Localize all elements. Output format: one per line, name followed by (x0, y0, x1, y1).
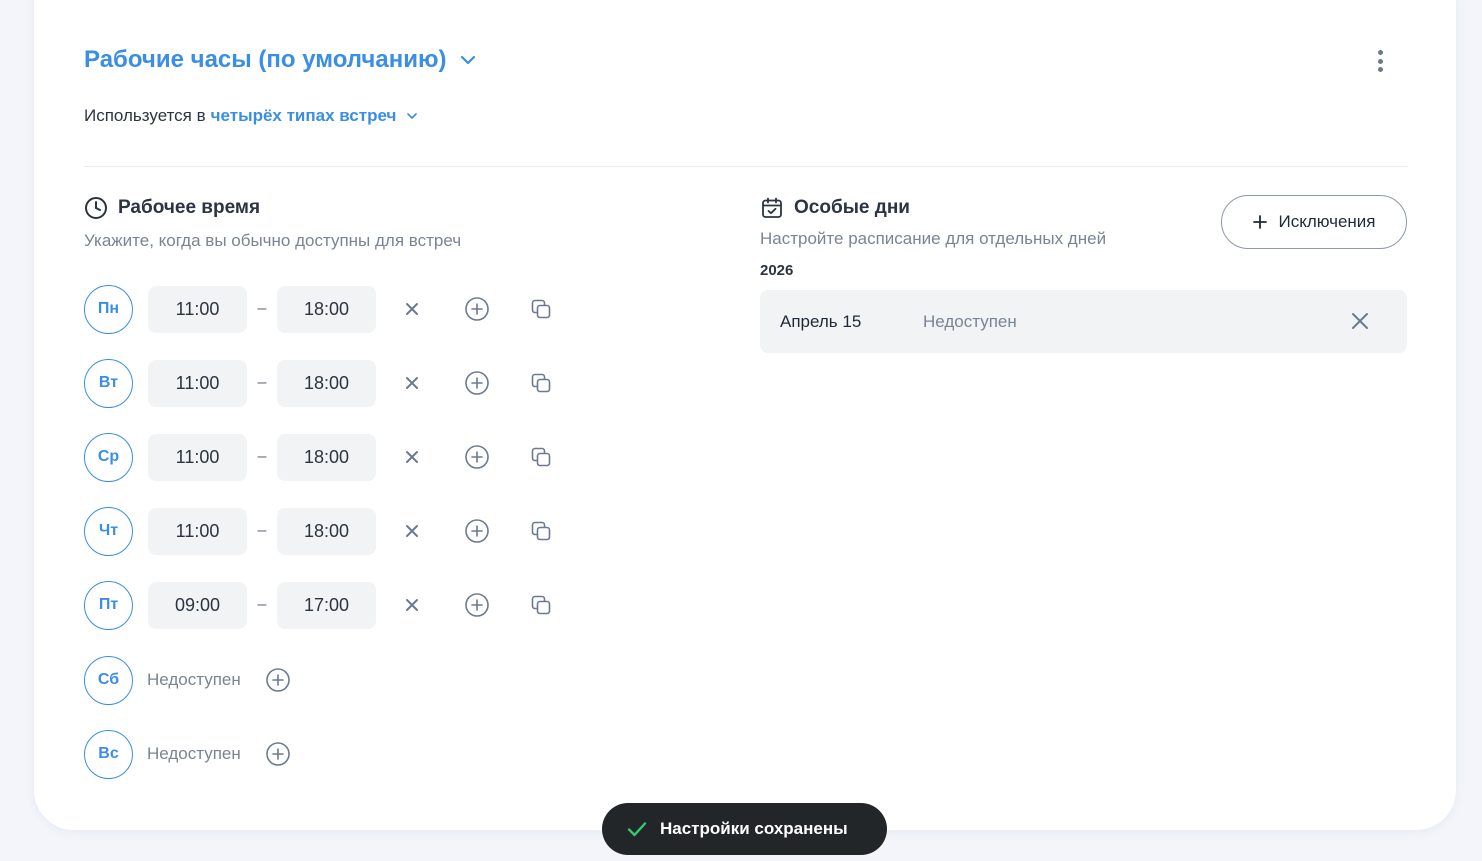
day-row: Чт 11:00–18:00 (84, 506, 554, 556)
chevron-down-icon[interactable] (406, 110, 418, 122)
divider (84, 166, 1408, 167)
exception-date: Апрель 15 (780, 311, 862, 331)
plus-circle-icon[interactable] (265, 741, 291, 767)
schedule-title-dropdown[interactable]: Рабочие часы (по умолчанию) (84, 46, 476, 74)
check-icon (627, 822, 647, 837)
time-separator: – (257, 596, 267, 613)
usage-info: Используется в четырёх типах встреч (84, 106, 418, 126)
plus-circle-icon[interactable] (464, 518, 490, 544)
add-exception-button[interactable]: Исключения (1221, 195, 1407, 249)
kebab-dot (1377, 58, 1383, 64)
close-icon[interactable] (399, 296, 425, 322)
plus-circle-icon[interactable] (265, 667, 291, 693)
end-time-field[interactable]: 18:00 (277, 433, 376, 481)
plus-circle-icon[interactable] (464, 370, 490, 396)
day-toggle[interactable]: Пн (84, 284, 133, 334)
day-status: Недоступен (147, 744, 241, 763)
end-time-field[interactable]: 18:00 (277, 359, 376, 407)
start-time-field[interactable]: 09:00 (148, 581, 247, 629)
close-icon[interactable] (1349, 310, 1371, 332)
special-days-heading: Особые дни (760, 196, 910, 220)
plus-circle-icon[interactable] (464, 296, 490, 322)
close-icon[interactable] (399, 518, 425, 544)
schedule-title: Рабочие часы (по умолчанию) (84, 46, 447, 73)
calendar-check-icon (762, 197, 782, 218)
time-separator: – (257, 300, 267, 317)
toast-notification: Настройки сохранены (602, 803, 887, 855)
day-toggle[interactable]: Ср (84, 432, 133, 482)
copy-icon[interactable] (528, 444, 554, 470)
special-days-subtitle: Настройте расписание для отдельных дней (760, 229, 1107, 248)
start-time-field[interactable]: 11:00 (148, 359, 247, 407)
copy-icon[interactable] (528, 592, 554, 618)
close-icon[interactable] (399, 592, 425, 618)
end-time-field[interactable]: 18:00 (277, 285, 376, 333)
end-time-field[interactable]: 17:00 (277, 581, 376, 629)
usage-link[interactable]: четырёх типах встреч (211, 106, 397, 126)
toast-message: Настройки сохранены (660, 819, 848, 838)
day-toggle[interactable]: Вс (84, 729, 133, 779)
day-toggle[interactable]: Вт (84, 358, 133, 408)
exceptions-year: 2026 (760, 262, 794, 279)
day-row: Сб Недоступен (84, 655, 291, 705)
working-hours-title: Рабочее время (118, 197, 261, 218)
start-time-field[interactable]: 11:00 (148, 285, 247, 333)
kebab-dot (1377, 50, 1383, 55)
start-time-field[interactable]: 11:00 (148, 433, 247, 481)
day-toggle[interactable]: Чт (84, 506, 133, 556)
close-icon[interactable] (399, 370, 425, 396)
chevron-down-icon (461, 55, 476, 65)
usage-prefix: Используется в (84, 106, 206, 125)
day-toggle[interactable]: Пт (84, 580, 133, 630)
day-row: Пт 09:00–17:00 (84, 580, 554, 630)
exception-status: Недоступен (923, 311, 1017, 331)
copy-icon[interactable] (528, 370, 554, 396)
special-days-title: Особые дни (794, 197, 910, 218)
copy-icon[interactable] (528, 296, 554, 322)
working-hours-subtitle: Укажите, когда вы обычно доступны для вс… (84, 231, 462, 250)
day-status: Недоступен (147, 670, 241, 689)
close-icon[interactable] (399, 444, 425, 470)
working-hours-heading: Рабочее время (84, 196, 260, 220)
plus-icon (1253, 215, 1268, 229)
copy-icon[interactable] (528, 518, 554, 544)
clock-icon (85, 197, 107, 219)
day-row: Вт 11:00–18:00 (84, 358, 554, 408)
time-separator: – (257, 448, 267, 465)
day-toggle[interactable]: Сб (84, 655, 133, 705)
start-time-field[interactable]: 11:00 (148, 507, 247, 555)
time-separator: – (257, 374, 267, 391)
day-row: Пн 11:00–18:00 (84, 284, 554, 334)
plus-circle-icon[interactable] (464, 592, 490, 618)
more-options-button[interactable] (1372, 50, 1388, 72)
plus-circle-icon[interactable] (464, 444, 490, 470)
time-separator: – (257, 522, 267, 539)
day-row: Ср 11:00–18:00 (84, 432, 554, 482)
add-exception-label: Исключения (1278, 212, 1376, 231)
end-time-field[interactable]: 18:00 (277, 507, 376, 555)
exception-item[interactable]: Апрель 15 Недоступен (760, 290, 1407, 353)
kebab-dot (1377, 67, 1383, 72)
day-row: Вс Недоступен (84, 729, 291, 779)
